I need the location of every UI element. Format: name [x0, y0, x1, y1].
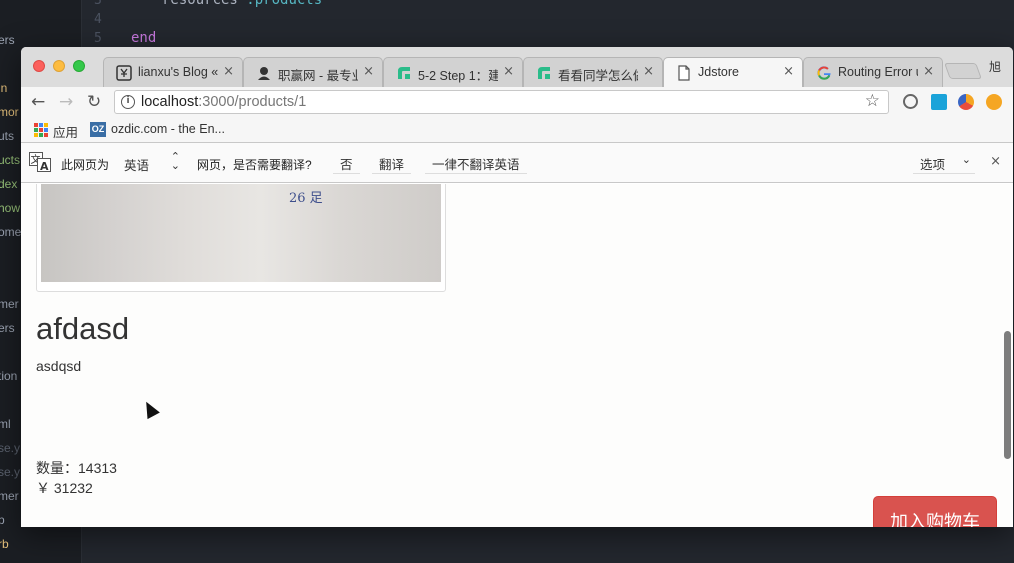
translate-icon: 文 A: [29, 152, 51, 172]
select-updown-icon: ⌃ ⌄: [170, 151, 180, 172]
options-label: 选项: [920, 158, 946, 172]
never-translate-button[interactable]: 一律不翻译英语: [425, 150, 527, 174]
profile-button[interactable]: 旭: [989, 58, 1001, 75]
file-tree-item[interactable]: mer: [0, 297, 19, 311]
svg-text:A: A: [40, 160, 49, 172]
code-token: :products: [246, 0, 323, 8]
step-favicon-icon: [538, 67, 550, 79]
forward-arrow-icon[interactable]: →: [59, 92, 73, 112]
file-tree-item[interactable]: ml: [0, 417, 11, 431]
line-number: 5: [94, 31, 102, 46]
file-tree-item[interactable]: ers: [0, 321, 15, 335]
translate-bar: 文 A 此网页为 英语 ⌃ ⌄ 网页，是否需要翻译? 否 翻译 一律不翻译英语 选…: [21, 143, 1013, 183]
back-arrow-icon[interactable]: ←: [31, 92, 45, 112]
info-icon[interactable]: i: [121, 95, 135, 109]
bookmark-star-icon[interactable]: ☆: [865, 91, 880, 111]
tab-title: Routing Error u: [838, 65, 918, 79]
language-select[interactable]: 英语 ⌃ ⌄: [117, 150, 185, 174]
page-icon: [678, 65, 690, 81]
file-tree-item[interactable]: rb: [0, 537, 9, 551]
ozdic-favicon-icon: OZ: [90, 122, 106, 137]
product-image: 26 足: [41, 184, 441, 282]
tab-close-icon[interactable]: ×: [363, 64, 374, 79]
file-tree-item[interactable]: ers: [0, 33, 15, 47]
tab-step-5-2[interactable]: 5-2 Step 1：建 ×: [383, 57, 523, 87]
translate-prefix: 此网页为: [61, 158, 110, 172]
step-favicon-icon: [398, 67, 410, 79]
page-content: 26 足 afdasd asdqsd 数量：14313 ￥ 31232 加入购物…: [21, 184, 1013, 527]
file-tree-item[interactable]: uts: [0, 129, 14, 143]
no-translate-button[interactable]: 否: [333, 150, 360, 174]
blog-favicon-icon: [116, 65, 132, 81]
google-icon: [817, 66, 831, 80]
tab-routing-error[interactable]: Routing Error u ×: [803, 57, 943, 87]
file-tree-item[interactable]: ucts: [0, 153, 20, 167]
chevron-down-icon: ⌄: [961, 154, 971, 166]
file-tree-item[interactable]: tion: [0, 369, 17, 383]
tab-title: 看看同学怎么做: [558, 69, 638, 83]
window-close-button[interactable]: [33, 60, 45, 72]
tab-classmates[interactable]: 看看同学怎么做 ×: [523, 57, 663, 87]
new-tab-button[interactable]: [944, 63, 982, 79]
file-tree-item[interactable]: in: [0, 81, 7, 95]
tab-title: lianxu's Blog «: [138, 65, 218, 79]
tab-title: Jdstore: [698, 65, 739, 79]
line-number: 3: [94, 0, 102, 8]
close-icon[interactable]: ×: [990, 154, 1001, 169]
code-token: resources: [162, 0, 238, 8]
url-host: localhost: [141, 94, 199, 110]
line-number: 4: [94, 12, 102, 27]
file-tree-item[interactable]: se.y: [0, 441, 20, 455]
tab-lianxu-blog[interactable]: lianxu's Blog « ×: [103, 57, 243, 87]
tab-title: 职赢网 - 最专业: [278, 69, 358, 83]
address-bar[interactable]: i localhost:3000/products/1 ☆: [114, 90, 889, 114]
warning-extension-icon[interactable]: [986, 94, 1002, 110]
scrollbar-thumb[interactable]: [1004, 331, 1011, 459]
apps-grid-icon[interactable]: [34, 123, 48, 137]
file-tree-item[interactable]: p: [0, 513, 5, 527]
browser-toolbar: ← → ↻ i localhost:3000/products/1 ☆: [21, 87, 1013, 117]
tab-close-icon[interactable]: ×: [923, 64, 934, 79]
product-title: afdasd: [36, 311, 130, 346]
url-path: :3000/products/1: [198, 94, 307, 110]
product-quantity: 数量：14313: [36, 460, 117, 476]
tab-jdstore[interactable]: Jdstore ×: [663, 57, 803, 88]
file-tree-item[interactable]: how: [0, 201, 20, 215]
file-tree-item[interactable]: dex: [0, 177, 17, 191]
file-tree-item[interactable]: ome: [0, 225, 21, 239]
tab-close-icon[interactable]: ×: [643, 64, 654, 79]
onepassword-extension-icon[interactable]: [903, 94, 918, 109]
zhiying-favicon-icon: [258, 67, 270, 80]
colorful-extension-icon[interactable]: [958, 94, 974, 110]
bookmark-apps[interactable]: 应用: [53, 122, 78, 141]
add-to-cart-button[interactable]: 加入购物车: [873, 496, 997, 527]
code-line: end: [131, 30, 157, 46]
product-description: asdqsd: [36, 358, 82, 374]
file-tree-item[interactable]: mor: [0, 105, 19, 119]
language-value: 英语: [124, 159, 150, 173]
image-handwriting: 26 足: [289, 191, 323, 206]
tab-close-icon[interactable]: ×: [223, 64, 234, 79]
product-image-frame: 26 足: [36, 184, 446, 292]
tab-close-icon[interactable]: ×: [783, 64, 794, 79]
translate-button[interactable]: 翻译: [372, 150, 412, 174]
bookmarks-bar: 应用 OZ ozdic.com - the En...: [21, 117, 1013, 143]
translate-question: 网页，是否需要翻译?: [197, 158, 312, 172]
code-line: resources :products: [162, 0, 322, 8]
tab-zhiying[interactable]: 职赢网 - 最专业 ×: [243, 57, 383, 87]
url-text[interactable]: localhost:3000/products/1: [141, 94, 306, 110]
tab-title: 5-2 Step 1：建: [418, 69, 498, 83]
tab-bar: lianxu's Blog « × 职赢网 - 最专业 × 5-2 Step 1…: [21, 47, 1013, 88]
reload-icon[interactable]: ↻: [87, 92, 101, 112]
checkbox-extension-icon[interactable]: [931, 94, 947, 110]
options-select[interactable]: 选项 ⌄: [913, 150, 975, 174]
browser-window: lianxu's Blog « × 职赢网 - 最专业 × 5-2 Step 1…: [21, 47, 1013, 527]
window-minimize-button[interactable]: [53, 60, 65, 72]
bookmark-ozdic[interactable]: ozdic.com - the En...: [111, 122, 225, 136]
product-price: ￥ 31232: [36, 480, 93, 496]
file-tree-item[interactable]: se.y: [0, 465, 20, 479]
window-maximize-button[interactable]: [73, 60, 85, 72]
file-tree-item[interactable]: mer: [0, 489, 19, 503]
tab-close-icon[interactable]: ×: [503, 64, 514, 79]
